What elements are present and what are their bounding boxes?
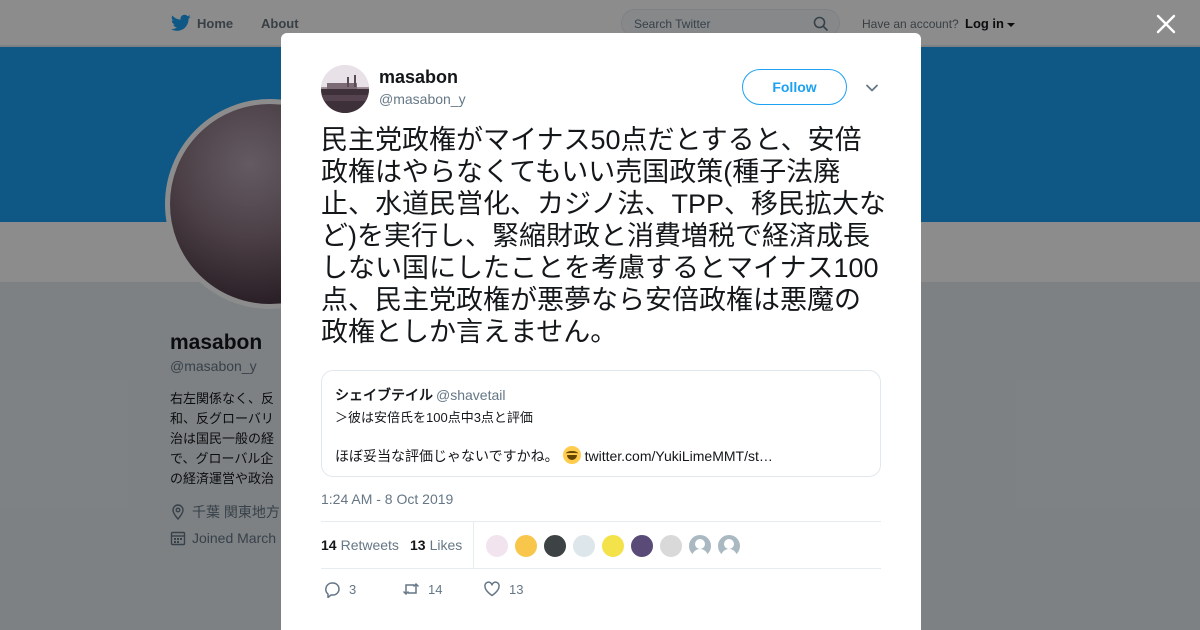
liker-avatar[interactable] xyxy=(630,534,654,558)
quote-link[interactable]: twitter.com/YukiLimeMMT/st… xyxy=(585,448,773,464)
tweet-actions: 3 14 13 xyxy=(321,580,881,600)
quote-text-line: ほぼ妥当な評価じゃないですかね。 twitter.com/YukiLimeMMT/… xyxy=(335,446,773,466)
likes-count: 13 xyxy=(410,537,426,553)
retweet-count: 14 xyxy=(428,582,443,597)
quote-author-handle: @shavetail xyxy=(436,387,506,403)
quote-text-line: ＞彼は安倍氏を100点中3点と評価 xyxy=(335,410,533,425)
liker-avatar[interactable] xyxy=(572,534,596,558)
laughing-emoji-icon xyxy=(562,446,581,464)
likes-stat[interactable]: 13 Likes xyxy=(410,537,462,553)
retweets-stat[interactable]: 14 Retweets xyxy=(321,537,399,553)
tweet-timestamp[interactable]: 1:24 AM - 8 Oct 2019 xyxy=(321,491,453,507)
heart-icon xyxy=(484,581,500,597)
retweet-button[interactable]: 14 xyxy=(402,580,442,598)
liker-avatar[interactable] xyxy=(543,534,567,558)
retweets-count: 14 xyxy=(321,537,337,553)
tweet-stats: 14 Retweets 13 Likes xyxy=(321,521,881,569)
reply-count: 3 xyxy=(349,582,357,597)
retweet-icon xyxy=(402,582,420,596)
author-name[interactable]: masabon xyxy=(379,67,458,88)
tweet-modal: masabon @masabon_y Follow 民主党政権がマイナス50点だ… xyxy=(281,33,921,630)
likes-label: Likes xyxy=(429,537,463,553)
author-handle[interactable]: @masabon_y xyxy=(379,91,466,107)
liker-avatar[interactable] xyxy=(601,534,625,558)
liker-avatar[interactable] xyxy=(688,534,712,558)
like-button[interactable]: 13 xyxy=(483,580,523,598)
stats-divider xyxy=(473,522,474,569)
quote-text: ほぼ妥当な評価じゃないですかね。 xyxy=(335,448,559,464)
avatar-photo xyxy=(321,65,369,113)
quote-author-name: シェイブテイル xyxy=(335,387,433,403)
close-icon[interactable] xyxy=(1155,13,1177,35)
liker-avatar[interactable] xyxy=(514,534,538,558)
chevron-down-icon[interactable] xyxy=(865,81,879,95)
tweet-text: 民主党政権がマイナス50点だとすると、安倍政権はやらなくてもいい売国政策(種子法… xyxy=(321,125,886,347)
quoted-tweet[interactable]: シェイブテイル @shavetail ＞彼は安倍氏を100点中3点と評価 ほぼ妥当… xyxy=(321,370,881,477)
quote-author: シェイブテイル @shavetail xyxy=(335,385,505,405)
liker-avatar[interactable] xyxy=(485,534,509,558)
like-count: 13 xyxy=(509,582,524,597)
reply-button[interactable]: 3 xyxy=(323,580,357,599)
retweets-label: Retweets xyxy=(340,537,399,553)
liker-avatar[interactable] xyxy=(717,534,741,558)
liker-avatar[interactable] xyxy=(659,534,683,558)
author-avatar[interactable] xyxy=(321,65,369,113)
follow-button[interactable]: Follow xyxy=(742,69,847,105)
reply-icon xyxy=(325,582,340,599)
